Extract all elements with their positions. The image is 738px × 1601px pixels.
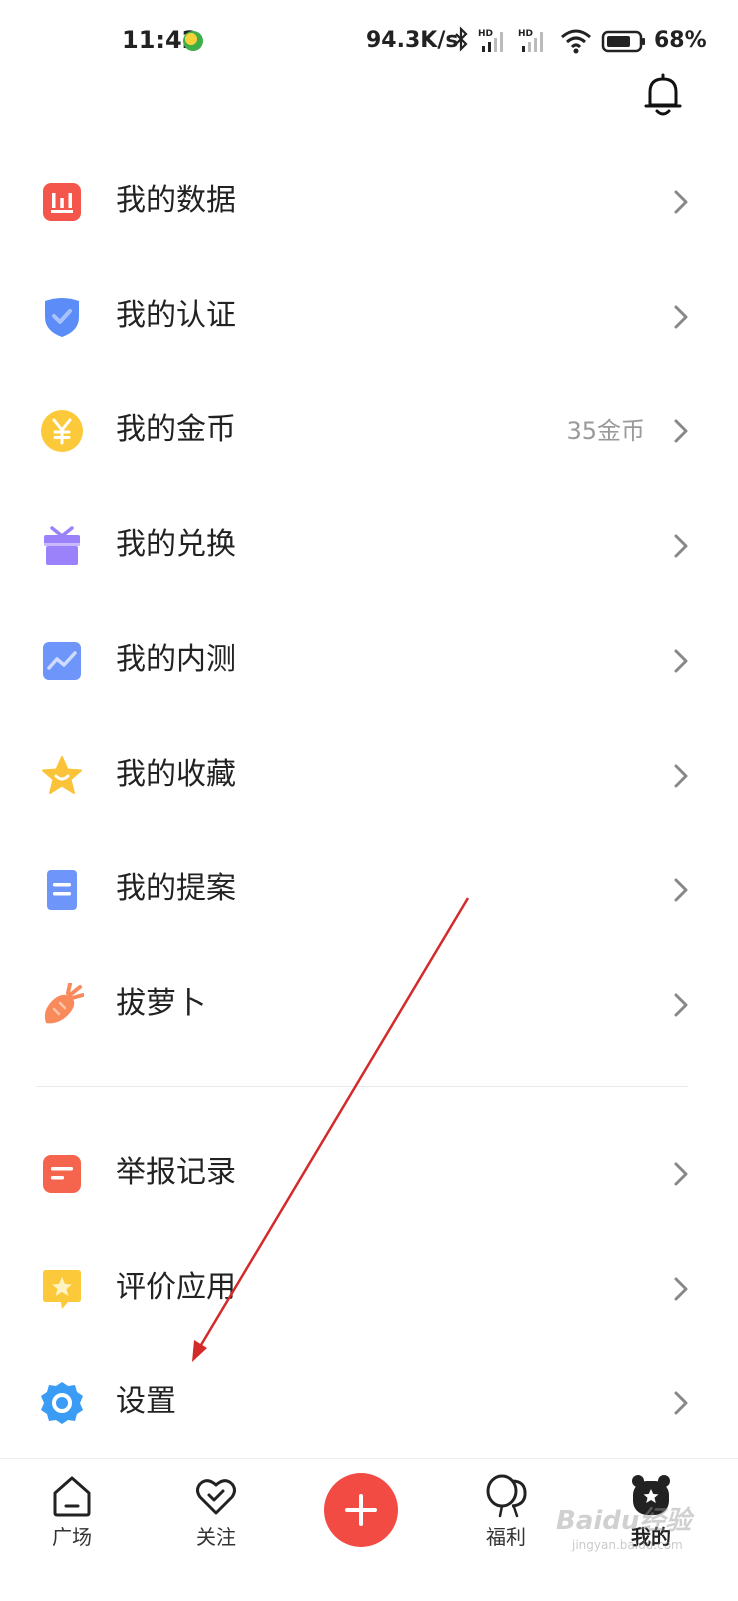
menu-item-my-certification[interactable]: 我的认证 [0,260,738,374]
hd-signal-icon: HD [518,29,543,52]
carrot-icon [44,983,84,1024]
menu-item-label: 我的金币 [116,412,236,447]
heart-check-icon [196,1479,236,1515]
home-icon [53,1476,91,1517]
chevron-right-icon [674,1162,688,1186]
coin-yen-icon [41,410,83,452]
bluetooth-icon [455,26,468,52]
create-post-button[interactable] [324,1473,398,1547]
nav-label: 福利 [486,1525,526,1549]
menu-item-my-proposals[interactable]: 我的提案 [0,833,738,947]
nav-label: 关注 [196,1525,236,1549]
chevron-right-icon [674,1391,688,1415]
menu-item-pull-carrot[interactable]: 拔萝卜 [0,948,738,1062]
menu-item-label: 我的数据 [116,183,236,218]
nav-item-square[interactable]: 广场 [17,1459,127,1601]
menu-item-my-beta[interactable]: 我的内测 [0,604,738,718]
menu-item-label: 我的兑换 [116,527,236,562]
battery-percent: 68% [654,28,707,53]
nav-item-follow[interactable]: 关注 [161,1459,271,1601]
menu-item-rate-app[interactable]: 评价应用 [0,1232,738,1346]
menu-item-settings[interactable]: 设置 [0,1346,738,1460]
menu-item-label: 设置 [116,1384,176,1419]
wifi-icon [561,29,591,54]
menu-item-my-data[interactable]: 我的数据 [0,145,738,259]
chevron-right-icon [674,878,688,902]
trend-chart-icon [43,642,81,680]
watermark-url: jingyan.baidu.com [572,1538,683,1552]
chevron-right-icon [674,1277,688,1301]
chevron-right-icon [674,764,688,788]
menu-item-my-exchange[interactable]: 我的兑换 [0,489,738,603]
chevron-right-icon [674,649,688,673]
menu-item-my-favorites[interactable]: 我的收藏 [0,719,738,833]
watermark: Baidu经验 [556,1506,692,1536]
battery-icon [601,30,645,53]
menu-item-my-coins[interactable]: 我的金币 35金币 [0,374,738,488]
gift-icon [44,526,80,565]
balloon-icon [486,1474,527,1518]
section-divider [36,1086,688,1087]
svg-text:HD: HD [478,29,493,39]
menu-item-label: 评价应用 [116,1270,236,1305]
menu-item-label: 我的内测 [116,642,236,677]
bell-icon[interactable] [642,72,684,118]
nav-item-welfare[interactable]: 福利 [451,1459,561,1601]
menu-item-label: 我的认证 [116,298,236,333]
status-bar: 11:42 94.3K/s HD HD 68% [0,0,738,84]
rate-star-bubble-icon [43,1270,81,1309]
star-icon [42,756,82,794]
chevron-right-icon [674,190,688,214]
menu-item-label: 我的收藏 [116,757,236,792]
chevron-right-icon [674,534,688,558]
chevron-right-icon [674,993,688,1017]
chevron-right-icon [674,419,688,443]
hd-signal-icon: HD [478,29,503,52]
chevron-right-icon [674,305,688,329]
gear-icon [41,1382,83,1424]
coin-balance: 35金币 [566,417,645,445]
document-icon [47,870,77,910]
data-chart-icon [43,183,81,221]
menu-item-label: 举报记录 [116,1155,236,1190]
app-notification-icon [183,31,203,51]
menu-item-label: 拔萝卜 [116,986,206,1021]
report-icon [43,1155,81,1193]
nav-label: 广场 [52,1525,92,1549]
network-speed: 94.3K/s [366,28,459,53]
status-icons: HD HD [455,26,645,54]
svg-text:HD: HD [518,29,533,39]
menu-item-report-records[interactable]: 举报记录 [0,1117,738,1231]
menu-item-label: 我的提案 [116,871,236,906]
shield-check-icon [45,298,79,337]
